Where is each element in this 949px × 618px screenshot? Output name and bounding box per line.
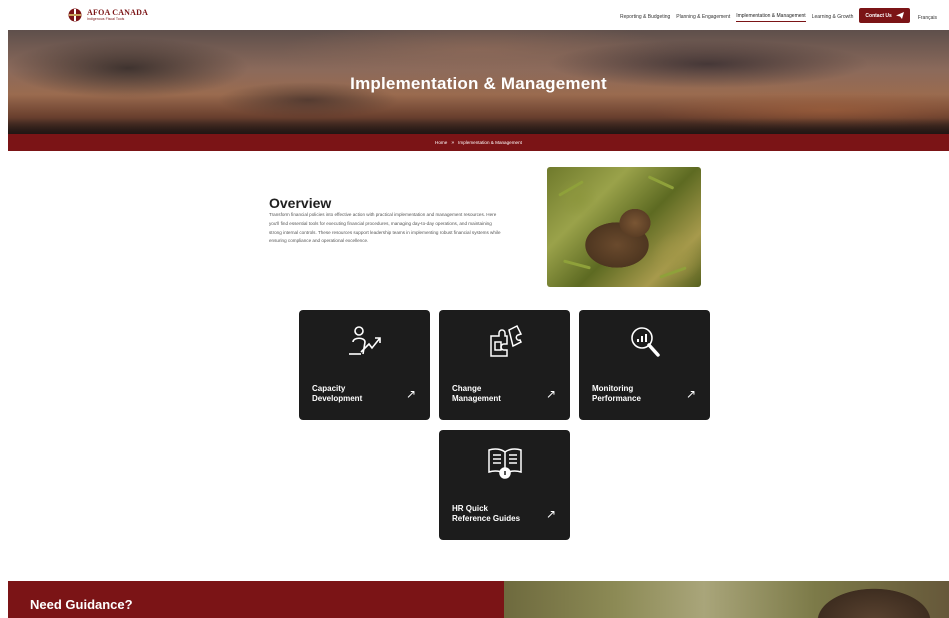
- guidance-photo: [504, 581, 949, 618]
- nav-planning-engagement[interactable]: Planning & Engagement: [676, 14, 730, 22]
- card-change-management[interactable]: Change Management ↗: [439, 310, 570, 420]
- card-monitoring-performance[interactable]: Monitoring Performance ↗: [579, 310, 710, 420]
- overview-text: Transform financial policies into effect…: [269, 212, 501, 244]
- arrow-up-right-icon: ↗: [545, 507, 556, 521]
- breadcrumb-separator-icon: »: [451, 139, 455, 146]
- book-info-icon: [488, 448, 522, 479]
- arrow-up-right-icon: ↗: [685, 387, 696, 401]
- main-nav: Reporting & Budgeting Planning & Engagem…: [614, 8, 937, 25]
- breadcrumb-home[interactable]: Home: [435, 140, 447, 145]
- logo-subtitle: Indigenous Fiscal Tools: [87, 16, 125, 21]
- logo[interactable]: AFOA CANADA Indigenous Fiscal Tools: [68, 8, 148, 22]
- overview-title: Overview: [269, 195, 332, 211]
- hero-banner: Implementation & Management: [8, 30, 949, 134]
- card-label: Monitoring Performance: [592, 384, 641, 403]
- hero-horizon: [8, 118, 949, 134]
- site-header: AFOA CANADA Indigenous Fiscal Tools Repo…: [0, 0, 949, 30]
- language-toggle[interactable]: Français: [918, 15, 937, 21]
- breadcrumb: Home » Implementation & Management: [8, 134, 949, 151]
- nav-learning-growth[interactable]: Learning & Growth: [812, 14, 854, 22]
- puzzle-icon: [490, 324, 523, 357]
- card-label: HR Quick Reference Guides: [452, 504, 521, 523]
- card-label: Capacity Development: [312, 384, 363, 403]
- guidance-section: Need Guidance?: [8, 581, 504, 618]
- nav-implementation-management[interactable]: Implementation & Management: [736, 13, 806, 22]
- contact-us-label: Contact Us: [865, 12, 892, 19]
- nav-reporting-budgeting[interactable]: Reporting & Budgeting: [620, 14, 670, 22]
- card-label: Change Management: [452, 384, 501, 403]
- arrow-up-right-icon: ↗: [545, 387, 556, 401]
- breadcrumb-current: Implementation & Management: [458, 140, 522, 145]
- guidance-title: Need Guidance?: [30, 597, 133, 612]
- magnifier-chart-icon: [631, 327, 660, 357]
- afoa-logo-icon: [68, 8, 82, 22]
- beaver-photo: [547, 167, 701, 287]
- growth-person-icon: [349, 326, 381, 355]
- send-icon: [895, 12, 904, 19]
- card-capacity-development[interactable]: Capacity Development ↗: [299, 310, 430, 420]
- logo-title: AFOA CANADA: [87, 7, 149, 17]
- page-title: Implementation & Management: [350, 74, 607, 93]
- arrow-up-right-icon: ↗: [405, 387, 416, 401]
- card-hr-quick-reference-guides[interactable]: HR Quick Reference Guides ↗: [439, 430, 570, 540]
- contact-us-button[interactable]: Contact Us: [859, 8, 910, 23]
